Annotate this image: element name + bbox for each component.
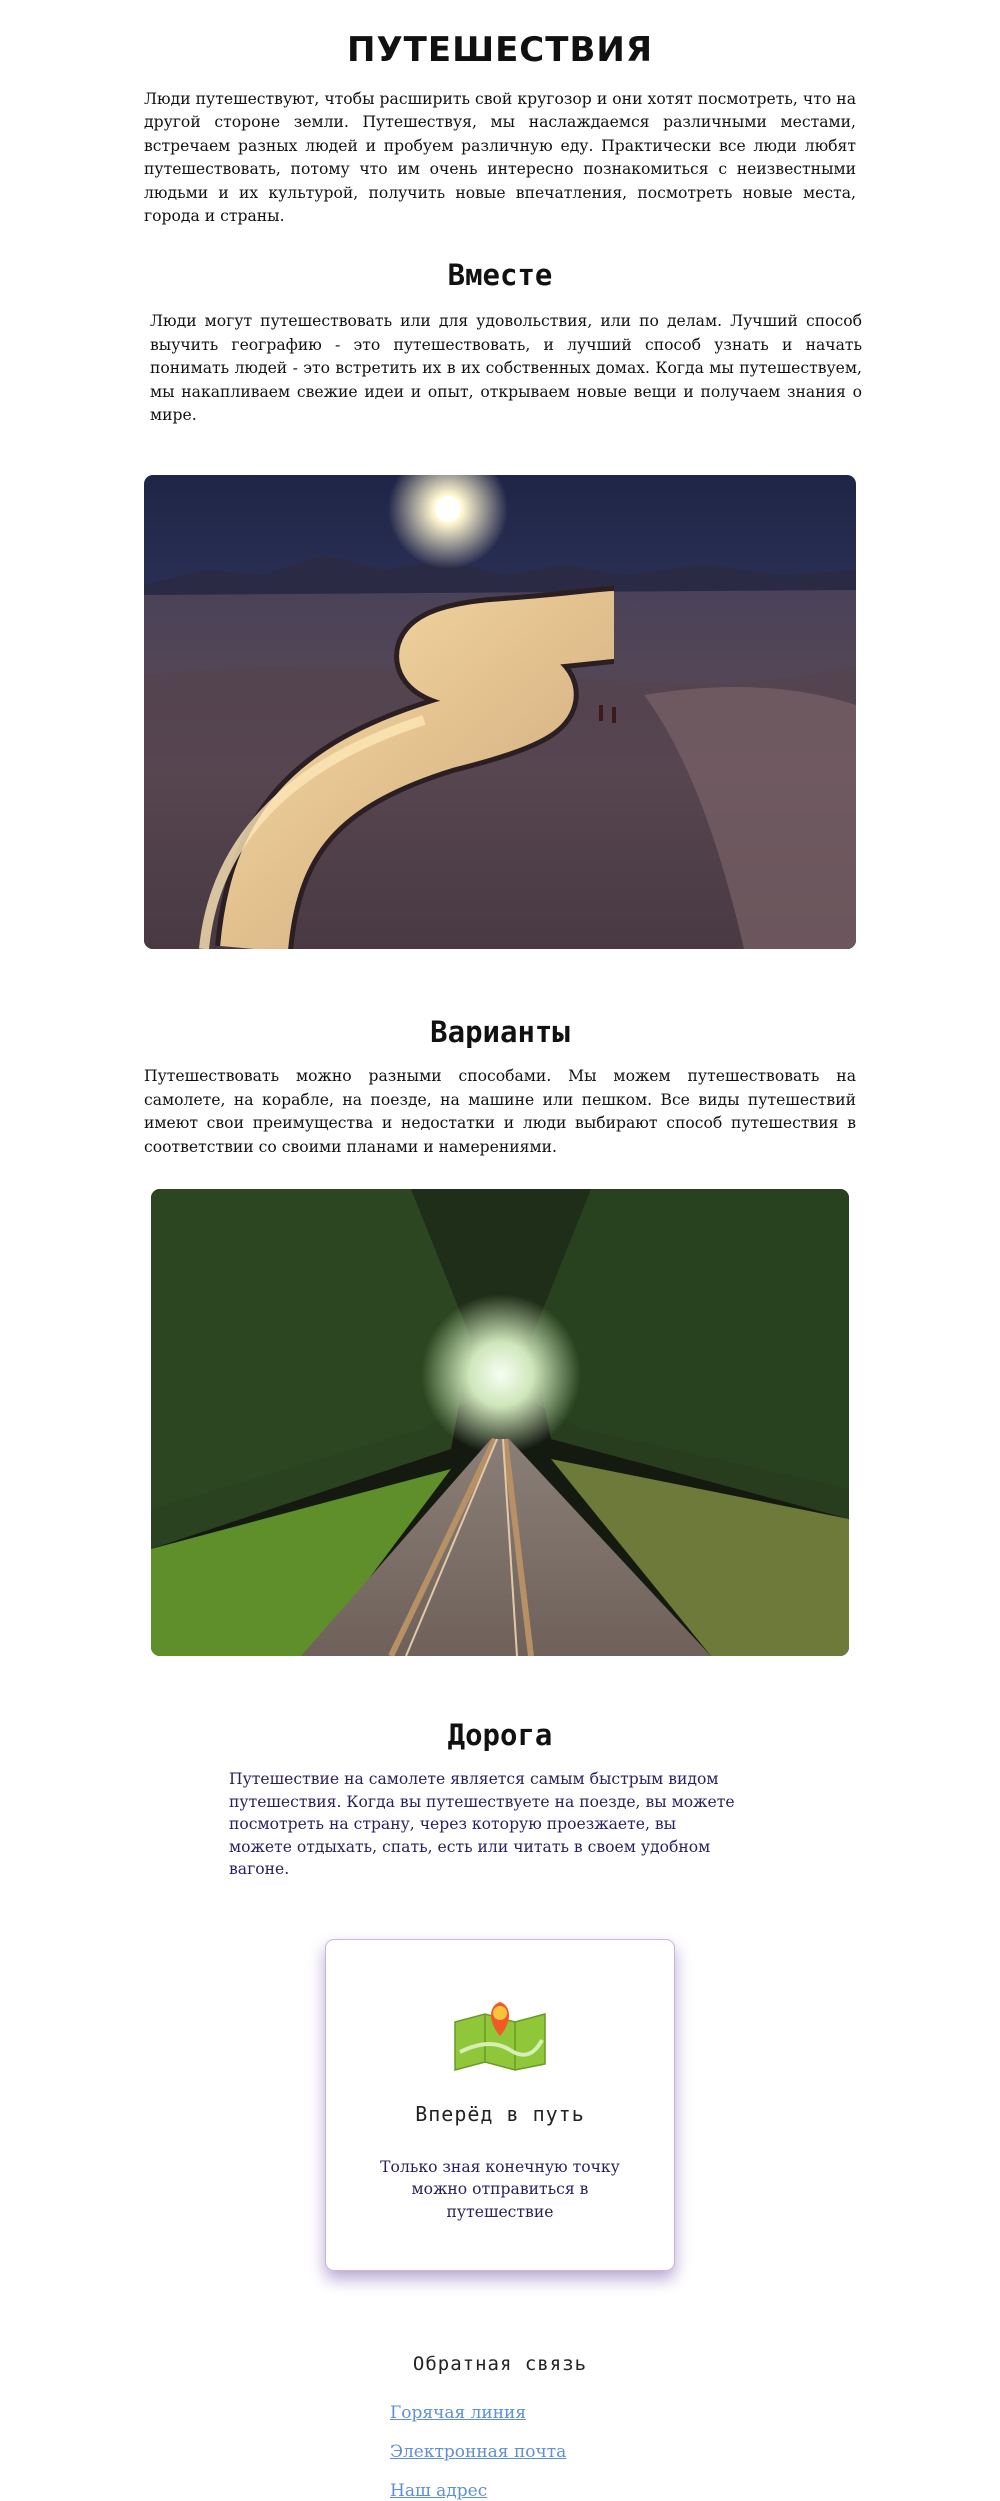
card-title: Вперёд в путь	[415, 2101, 585, 2126]
info-card: Вперёд в путь Только зная конечную точку…	[325, 1938, 675, 2271]
section-text-together: Люди могут путешествовать или для удовол…	[150, 312, 862, 425]
map-pin-icon	[454, 2001, 546, 2071]
page-title: ПУТЕШЕСТВИЯ	[346, 30, 653, 70]
link-hotline[interactable]: Горячая линия	[390, 2403, 590, 2423]
section-heading-together: Вместе	[447, 258, 553, 293]
section-text-variants: Путешествовать можно разными способами. …	[144, 1067, 856, 1156]
feedback-title: Обратная связь	[412, 2352, 588, 2375]
section-heading-variants: Варианты	[430, 1015, 570, 1050]
link-email[interactable]: Электронная почта	[390, 2442, 590, 2462]
winding-road-photo	[144, 475, 856, 950]
intro-paragraph: Люди путешествуют, чтобы расширить свой …	[144, 90, 856, 226]
railway-forest-tunnel-photo	[151, 1189, 849, 1657]
section-text-road: Путешествие на самолете является самым б…	[229, 1770, 735, 1879]
page: ПУТЕШЕСТВИЯ Люди путешествуют, чтобы рас…	[0, 0, 1000, 2501]
section-heading-road: Дорога	[447, 1718, 553, 1753]
feedback-links: Горячая линия Электронная почта Наш адре…	[390, 2403, 590, 2501]
link-address[interactable]: Наш адрес	[390, 2481, 590, 2501]
card-text: Только зная конечную точку можно отправи…	[380, 2157, 620, 2221]
